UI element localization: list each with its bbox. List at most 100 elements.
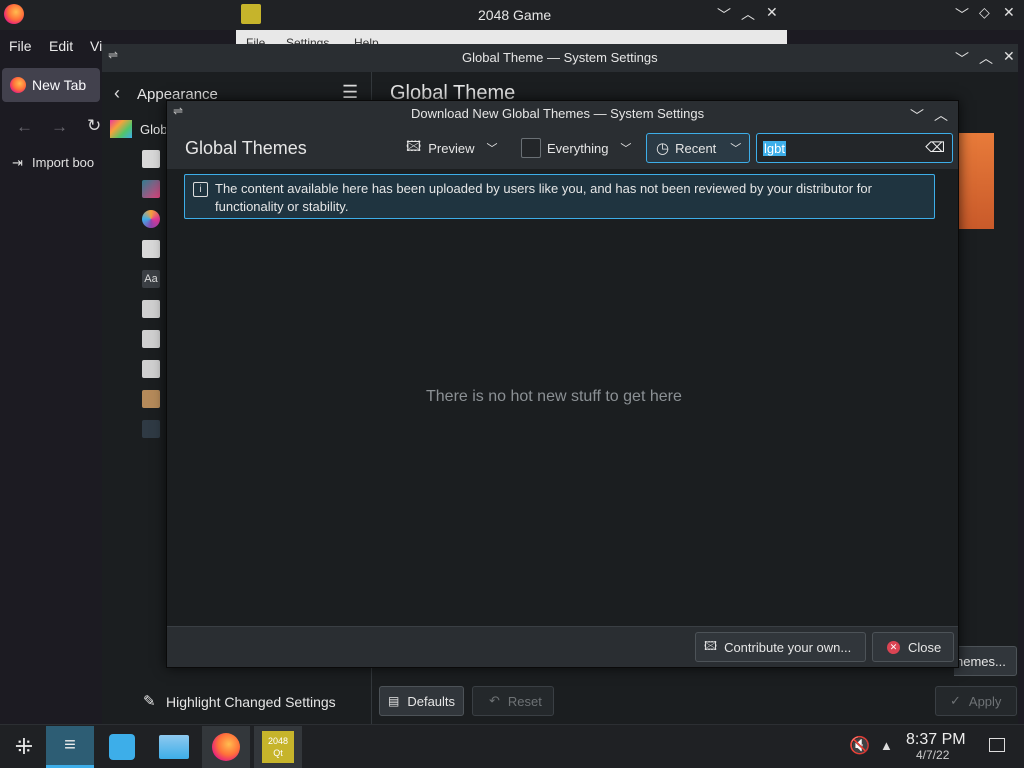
window-decorations-icon[interactable] — [142, 210, 160, 228]
application-style-icon[interactable] — [142, 240, 160, 258]
global-theme-icon — [110, 120, 132, 138]
chevron-down-icon: ﹀ — [486, 143, 498, 155]
clock-date[interactable]: 4/7/22 — [916, 748, 949, 762]
taskbar-2048-game[interactable]: 2048 Qt — [254, 726, 302, 768]
search-input[interactable]: lgbt ⌫ — [756, 133, 953, 163]
reset-label: Reset — [507, 693, 542, 709]
filter-label: Everything — [547, 140, 609, 156]
system-tray-expand-icon[interactable]: ▲ — [880, 738, 893, 753]
splash-screen-icon[interactable] — [142, 390, 160, 408]
search-input-value: lgbt — [763, 140, 786, 156]
view-mode-dropdown[interactable]: 🖾 Preview ﹀ — [402, 133, 506, 163]
game-menu-help[interactable]: Help — [354, 36, 379, 44]
fonts-icon[interactable]: Aa — [142, 270, 160, 288]
settings-minimize-icon[interactable]: ﹀ — [955, 49, 969, 69]
apply-button[interactable]: ✓ Apply — [935, 686, 1017, 716]
sidebar-item-global-theme[interactable]: Glob — [140, 122, 167, 137]
import-bookmarks-icon[interactable]: ⇥ — [12, 155, 23, 171]
get-new-themes-button[interactable]: hemes... — [954, 646, 1017, 676]
clock-time[interactable]: 8:37 PM — [906, 731, 966, 749]
close-button[interactable]: ✕ Close — [872, 632, 954, 662]
taskbar-firefox[interactable] — [202, 726, 250, 768]
volume-muted-icon[interactable]: 🔇 — [849, 736, 870, 756]
game-app-icon — [241, 4, 261, 24]
game-tile-bottom: Qt — [273, 748, 283, 758]
tab-label: New Tab — [32, 77, 87, 93]
highlight-icon: ✎ — [143, 693, 156, 710]
settings-window-title: Global Theme — System Settings — [462, 50, 658, 65]
dialog-title: Download New Global Themes — System Sett… — [411, 106, 705, 121]
check-icon: ✓ — [950, 693, 961, 708]
back-arrow-icon[interactable]: ← — [16, 117, 33, 137]
game-menu-settings[interactable]: Settings — [286, 36, 329, 44]
info-notice: i The content available here has been up… — [184, 174, 935, 219]
dialog-minimize-icon[interactable]: ﹀ — [910, 106, 924, 126]
plasma-style-icon[interactable] — [142, 150, 160, 168]
chevron-down-icon: ﹀ — [730, 143, 742, 155]
defaults-button[interactable]: ▤ Defaults — [379, 686, 464, 716]
info-icon: i — [193, 182, 208, 197]
image-icon: 🖾 — [406, 138, 422, 154]
game-menubar: File Settings Help — [236, 30, 787, 44]
contribute-button[interactable]: 🖾 Contribute your own... — [695, 632, 866, 662]
window-menu-icon[interactable]: ⇌ — [108, 48, 118, 62]
menu-edit[interactable]: Edit — [49, 38, 73, 54]
menu-view[interactable]: Vi — [90, 38, 102, 54]
settings-app-icon: ≡ — [64, 734, 76, 756]
show-desktop-icon[interactable] — [989, 738, 1005, 752]
firefox-tab-icon — [10, 77, 26, 93]
icons-icon[interactable] — [142, 300, 160, 318]
reset-button[interactable]: ↶ Reset — [472, 686, 554, 716]
checkbox-icon — [521, 138, 541, 158]
defaults-label: Defaults — [407, 693, 456, 709]
dialog-maximize-icon[interactable]: ︿ — [934, 105, 948, 125]
dialog-window-menu-icon[interactable]: ⇌ — [173, 104, 183, 118]
clock-icon: ◷ — [656, 140, 670, 157]
taskbar-discover[interactable] — [98, 726, 146, 768]
upload-image-icon: 🖾 — [704, 638, 718, 653]
highlight-changed-label[interactable]: Highlight Changed Settings — [166, 694, 336, 710]
minimize-icon[interactable]: ﹀ — [955, 5, 969, 25]
contribute-label: Contribute your own... — [724, 639, 852, 655]
theme-preview-thumbnail[interactable] — [958, 133, 994, 229]
game-menu-file[interactable]: File — [246, 36, 265, 44]
settings-maximize-icon[interactable]: ︿ — [979, 48, 993, 68]
back-icon[interactable]: ‹ — [114, 83, 120, 104]
view-mode-label: Preview — [428, 140, 475, 156]
firefox-taskbar-icon — [212, 733, 240, 761]
sort-dropdown[interactable]: ◷ Recent ﹀ — [646, 133, 750, 163]
menu-file[interactable]: File — [9, 38, 32, 54]
taskbar-system-settings[interactable]: ≡ — [46, 726, 94, 768]
dialog-heading: Global Themes — [185, 138, 307, 158]
apply-label: Apply — [968, 693, 1002, 709]
game-maximize-icon[interactable]: ︿ — [741, 4, 755, 24]
close-icon[interactable]: ✕ — [1003, 4, 1015, 21]
firefox-logo-icon — [4, 4, 24, 24]
application-launcher-icon[interactable]: ⁜ — [0, 726, 48, 768]
close-label: Close — [908, 639, 942, 655]
get-new-themes-label: hemes... — [956, 653, 1006, 669]
login-screen-icon[interactable] — [142, 420, 160, 438]
cursors-icon[interactable] — [142, 330, 160, 348]
undo-icon: ↶ — [489, 693, 500, 708]
game-close-icon[interactable]: ✕ — [766, 4, 778, 21]
launch-feedback-icon[interactable] — [142, 360, 160, 378]
folder-icon — [159, 735, 189, 759]
reload-icon[interactable]: ↻ — [87, 116, 101, 136]
info-notice-text: The content available here has been uplo… — [215, 181, 872, 214]
clear-search-icon[interactable]: ⌫ — [925, 139, 945, 156]
settings-close-icon[interactable]: ✕ — [1003, 48, 1015, 65]
document-icon: ▤ — [388, 694, 400, 708]
colors-icon[interactable] — [142, 180, 160, 198]
taskbar-file-manager[interactable] — [150, 726, 198, 768]
forward-arrow-icon[interactable]: → — [51, 117, 68, 137]
chevron-down-icon: ﹀ — [620, 143, 632, 155]
close-circle-icon: ✕ — [887, 640, 900, 654]
restore-icon[interactable]: ◇ — [979, 4, 990, 21]
discover-icon — [109, 734, 135, 760]
sort-label: Recent — [675, 140, 717, 156]
filter-dropdown[interactable]: Everything ﹀ — [518, 133, 640, 163]
game-minimize-icon[interactable]: ﹀ — [717, 5, 731, 25]
game-title: 2048 Game — [478, 7, 552, 23]
import-bookmarks-label[interactable]: Import boo — [32, 155, 94, 170]
